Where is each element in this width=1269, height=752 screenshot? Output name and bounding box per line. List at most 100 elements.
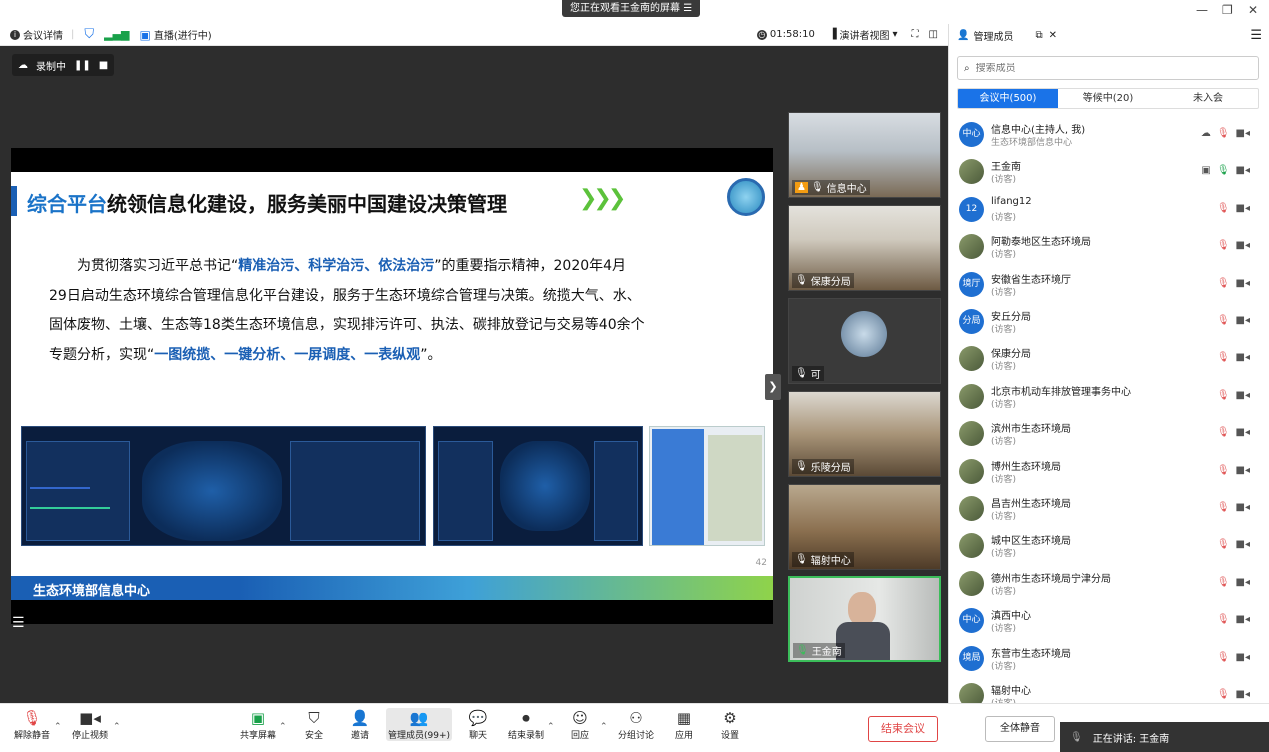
mic-off-icon[interactable]: 🎙 [1217, 315, 1230, 326]
member-row[interactable]: 境局 东营市生态环境局 (访客) 🎙 ■◂ [949, 640, 1269, 677]
member-row[interactable]: 境厅 安徽省生态环境厅 (访客) 🎙 ■◂ [949, 266, 1269, 303]
close-panel-icon[interactable]: ✕ [1049, 30, 1057, 41]
camera-icon[interactable]: ■◂ [1236, 539, 1250, 550]
mic-off-icon[interactable]: 🎙 [1217, 652, 1230, 663]
member-row[interactable]: 北京市机动车排放管理事务中心 (访客) 🎙 ■◂ [949, 378, 1269, 415]
apps-button[interactable]: ▦ 应用 [662, 708, 706, 741]
shield-icon[interactable]: ⛉ [84, 27, 94, 42]
mute-all-button[interactable]: 全体静音 [985, 716, 1055, 742]
unmute-button[interactable]: 🎙 解除静音 [10, 708, 54, 741]
camera-icon[interactable]: ■◂ [1236, 352, 1250, 363]
camera-icon[interactable]: ■◂ [1236, 577, 1250, 588]
minimize-icon[interactable]: — [1196, 3, 1208, 17]
camera-icon[interactable]: ■◂ [1236, 502, 1250, 513]
camera-icon[interactable]: ■◂ [1236, 465, 1250, 476]
camera-icon[interactable]: ■◂ [1236, 652, 1250, 663]
reactions-button[interactable]: ☺ 回应 [558, 708, 602, 741]
mic-off-icon[interactable]: 🎙 [1217, 502, 1230, 513]
member-row[interactable]: 阿勒泰地区生态环境局 (访客) 🎙 ■◂ [949, 228, 1269, 265]
live-status[interactable]: ▣ 直播(进行中) [139, 27, 212, 43]
signal-icon[interactable]: ▂▄▆ [104, 28, 129, 41]
split-view-icon[interactable]: ◫ [929, 29, 938, 40]
end-recording-button[interactable]: ⏺ 结束录制 [504, 708, 548, 741]
end-recording-label: 结束录制 [507, 731, 544, 741]
menu-icon[interactable]: ☰ [1250, 28, 1262, 43]
camera-icon[interactable]: ■◂ [1236, 614, 1250, 625]
chevron-up-icon[interactable]: ⌃ [54, 722, 62, 732]
restore-icon[interactable]: ❐ [1222, 3, 1233, 17]
chat-button[interactable]: 💬 聊天 [456, 708, 500, 741]
camera-icon[interactable]: ■◂ [1236, 315, 1250, 326]
video-tile[interactable]: ♟ 🎙 信息中心 [788, 112, 941, 198]
camera-icon[interactable]: ■◂ [1236, 278, 1250, 289]
member-status-icons: 🎙 ■◂ [1217, 539, 1250, 550]
chevron-up-icon[interactable]: ⌃ [600, 722, 608, 732]
popout-icon[interactable]: ⧉ [1035, 30, 1042, 41]
camera-icon[interactable]: ■◂ [1236, 427, 1250, 438]
member-search[interactable]: ⌕ [957, 56, 1259, 80]
view-mode-selector[interactable]: ▐ 演讲者视图 ▾ [829, 27, 898, 42]
video-tile[interactable]: 🎙 保康分局 [788, 205, 941, 291]
expand-gallery-button[interactable]: ❯ [765, 374, 781, 400]
video-tile[interactable]: 🎙 可 [788, 298, 941, 384]
mic-off-icon[interactable]: 🎙 [1217, 203, 1230, 214]
member-row[interactable]: 滨州市生态环境局 (访客) 🎙 ■◂ [949, 415, 1269, 452]
video-tile[interactable]: 🎙 乐陵分局 [788, 391, 941, 477]
member-search-input[interactable] [975, 62, 1236, 74]
mic-off-icon[interactable]: 🎙 [1217, 539, 1230, 550]
camera-icon[interactable]: ■◂ [1236, 203, 1250, 214]
list-icon[interactable]: ☰ [12, 615, 25, 631]
mic-off-icon[interactable]: 🎙 [1217, 614, 1230, 625]
invite-button[interactable]: 👤 邀请 [338, 708, 382, 741]
member-row[interactable]: 12 lifang12 (访客) 🎙 ■◂ [949, 191, 1269, 228]
member-row[interactable]: 辐射中心(访客) 🎙 ■◂ [949, 677, 1269, 703]
member-row[interactable]: 王金南 (访客) ▣ 🎙 ■◂ [949, 153, 1269, 190]
chevron-up-icon[interactable]: ⌃ [547, 722, 555, 732]
mic-off-icon[interactable]: 🎙 [1217, 390, 1230, 401]
mic-off-icon[interactable]: 🎙 [1217, 240, 1230, 251]
mic-off-icon[interactable]: 🎙 [1217, 352, 1230, 363]
mic-off-icon[interactable]: 🎙 [1217, 278, 1230, 289]
close-icon[interactable]: ✕ [1248, 3, 1258, 17]
camera-icon[interactable]: ■◂ [1236, 240, 1250, 251]
breakout-button[interactable]: ⚇ 分组讨论 [614, 708, 658, 741]
pause-recording-button[interactable]: ❚❚ [74, 60, 91, 71]
chevron-up-icon[interactable]: ⌃ [113, 722, 121, 732]
end-meeting-button[interactable]: 结束会议 [868, 716, 938, 742]
mic-off-icon[interactable]: 🎙 [1217, 165, 1230, 176]
member-row[interactable]: 保康分局 (访客) 🎙 ■◂ [949, 340, 1269, 377]
stop-video-button[interactable]: ■◂ 停止视频 [68, 708, 112, 741]
share-screen-button[interactable]: ▣ 共享屏幕 [236, 708, 280, 741]
mic-off-icon[interactable]: 🎙 [1217, 465, 1230, 476]
member-row[interactable]: 昌吉州生态环境局 (访客) 🎙 ■◂ [949, 490, 1269, 527]
tab-waiting[interactable]: 等候中(20) [1058, 89, 1158, 108]
stop-recording-button[interactable]: ■ [99, 60, 108, 71]
mic-off-icon[interactable]: 🎙 [1217, 689, 1230, 700]
tab-in-meeting[interactable]: 会议中(500) [958, 89, 1058, 108]
video-tile-active-speaker[interactable]: 🎙 王金南 [788, 576, 941, 662]
meeting-details[interactable]: i 会议详情 [10, 27, 63, 42]
live-icon: ▣ [139, 27, 151, 42]
member-row[interactable]: 城中区生态环境局 (访客) 🎙 ■◂ [949, 527, 1269, 564]
stop-video-label: 停止视频 [71, 731, 108, 741]
fullscreen-icon[interactable]: ⛶ [912, 29, 919, 40]
chevron-up-icon[interactable]: ⌃ [279, 722, 287, 732]
member-row[interactable]: 分局 安丘分局 (访客) 🎙 ■◂ [949, 303, 1269, 340]
member-row[interactable]: 中心 滇西中心 (访客) 🎙 ■◂ [949, 602, 1269, 639]
video-tile[interactable]: 🎙 辐射中心 [788, 484, 941, 570]
gear-icon: ⚙ [723, 709, 737, 727]
manage-members-button[interactable]: 👥 管理成员(99+) [386, 708, 452, 741]
member-row[interactable]: 中心 信息中心(主持人, 我) 生态环境部信息中心 ☁ 🎙 ■◂ [949, 116, 1269, 153]
camera-icon[interactable]: ■◂ [1236, 165, 1250, 176]
settings-button[interactable]: ⚙ 设置 [708, 708, 752, 741]
member-row[interactable]: 德州市生态环境局宁津分局 (访客) 🎙 ■◂ [949, 565, 1269, 602]
camera-icon[interactable]: ■◂ [1236, 689, 1250, 700]
camera-icon[interactable]: ■◂ [1236, 390, 1250, 401]
mic-off-icon[interactable]: 🎙 [1217, 577, 1230, 588]
security-button[interactable]: ⛉ 安全 [292, 708, 336, 741]
tab-not-joined[interactable]: 未入会 [1158, 89, 1258, 108]
camera-icon[interactable]: ■◂ [1236, 128, 1250, 139]
member-row[interactable]: 博州生态环境局 (访客) 🎙 ■◂ [949, 453, 1269, 490]
mic-off-icon[interactable]: 🎙 [1217, 128, 1230, 139]
mic-off-icon[interactable]: 🎙 [1217, 427, 1230, 438]
